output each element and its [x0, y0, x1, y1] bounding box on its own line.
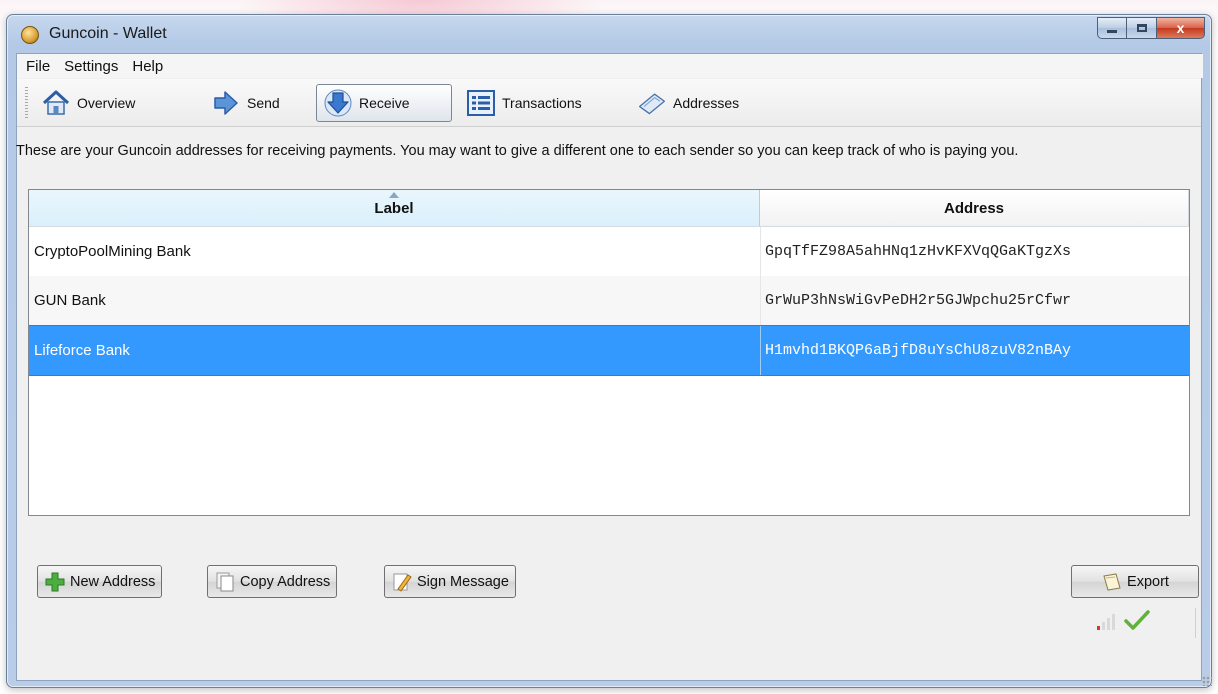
new-address-button[interactable]: New Address [37, 565, 163, 598]
export-button[interactable]: Export [1071, 565, 1199, 598]
receive-label: Receive [359, 95, 410, 111]
status-separator [1195, 608, 1196, 638]
table-row[interactable]: CryptoPoolMining Bank GpqTfFZ98A5ahHNq1z… [29, 227, 1189, 277]
transactions-tab[interactable]: Transactions [460, 84, 588, 122]
arrow-right-icon [211, 88, 241, 118]
checkmark-icon[interactable] [1124, 609, 1150, 636]
window-controls: x [1097, 17, 1205, 39]
guncoin-app-icon[interactable] [21, 26, 39, 44]
menu-bar: File Settings Help [17, 54, 1203, 78]
status-bar [1096, 609, 1150, 636]
address-table[interactable]: Label Address CryptoPoolMining Bank GpqT… [28, 189, 1190, 516]
menu-settings[interactable]: Settings [57, 58, 125, 75]
row-label: CryptoPoolMining Bank [34, 243, 191, 260]
sign-message-button[interactable]: Sign Message [384, 565, 516, 598]
maximize-button[interactable] [1127, 17, 1157, 39]
row-label: Lifeforce Bank [34, 342, 130, 359]
row-label: GUN Bank [34, 292, 106, 309]
table-row-selected[interactable]: Lifeforce Bank H1mvhd1BKQP6aBjfD8uYsChU8… [29, 325, 1189, 376]
row-address: H1mvhd1BKQP6aBjfD8uYsChU8zuV82nBAy [760, 326, 1189, 375]
title-bar[interactable]: Guncoin - Wallet x [7, 15, 1211, 53]
window-title: Guncoin - Wallet [49, 25, 167, 42]
column-header-label[interactable]: Label [29, 190, 760, 227]
export-label: Export [1127, 573, 1169, 590]
send-label: Send [247, 95, 280, 111]
list-icon [466, 88, 496, 118]
column-address-text: Address [943, 199, 1005, 217]
copy-address-label: Copy Address [240, 573, 331, 590]
menu-file[interactable]: File [19, 58, 57, 75]
new-address-label: New Address [70, 573, 156, 590]
house-icon [41, 88, 71, 118]
address-book-icon [637, 88, 667, 118]
send-tab[interactable]: Send [205, 84, 286, 122]
overview-tab[interactable]: Overview [35, 84, 141, 122]
plus-icon [44, 571, 66, 593]
arrow-down-icon [323, 88, 353, 118]
toolbar-grip[interactable] [25, 87, 28, 119]
table-header: Label Address [29, 190, 1189, 227]
sort-ascending-icon [389, 192, 399, 198]
addresses-tab[interactable]: Addresses [631, 84, 745, 122]
pen-icon [391, 571, 413, 593]
addresses-label: Addresses [673, 95, 740, 111]
close-button[interactable]: x [1157, 17, 1205, 39]
main-toolbar: Overview Send Receive Transactions Addre… [17, 79, 1201, 127]
column-header-address[interactable]: Address [760, 190, 1189, 227]
row-address: GpqTfFZ98A5ahHNq1zHvKFXVqQGaKTgzXs [760, 227, 1189, 276]
menu-help[interactable]: Help [125, 58, 170, 75]
overview-label: Overview [77, 95, 136, 111]
receive-description: These are your Guncoin addresses for rec… [16, 143, 1019, 159]
row-address: GrWuP3hNsWiGvPeDH2r5GJWpchu25rCfwr [760, 276, 1189, 325]
close-icon: x [1176, 20, 1185, 36]
copy-address-button[interactable]: Copy Address [207, 565, 338, 598]
signal-bars-icon[interactable] [1096, 613, 1118, 636]
export-icon [1101, 571, 1123, 593]
transactions-label: Transactions [502, 95, 582, 111]
receive-tab[interactable]: Receive [316, 84, 452, 122]
maximize-icon [1136, 24, 1147, 32]
sign-message-label: Sign Message [417, 573, 509, 590]
column-label-text: Label [374, 199, 414, 217]
table-row[interactable]: GUN Bank GrWuP3hNsWiGvPeDH2r5GJWpchu25rC… [29, 276, 1189, 326]
minimize-button[interactable] [1097, 17, 1127, 39]
minimize-icon [1107, 29, 1117, 33]
resize-grip[interactable] [1202, 676, 1212, 686]
copy-icon [214, 571, 236, 593]
